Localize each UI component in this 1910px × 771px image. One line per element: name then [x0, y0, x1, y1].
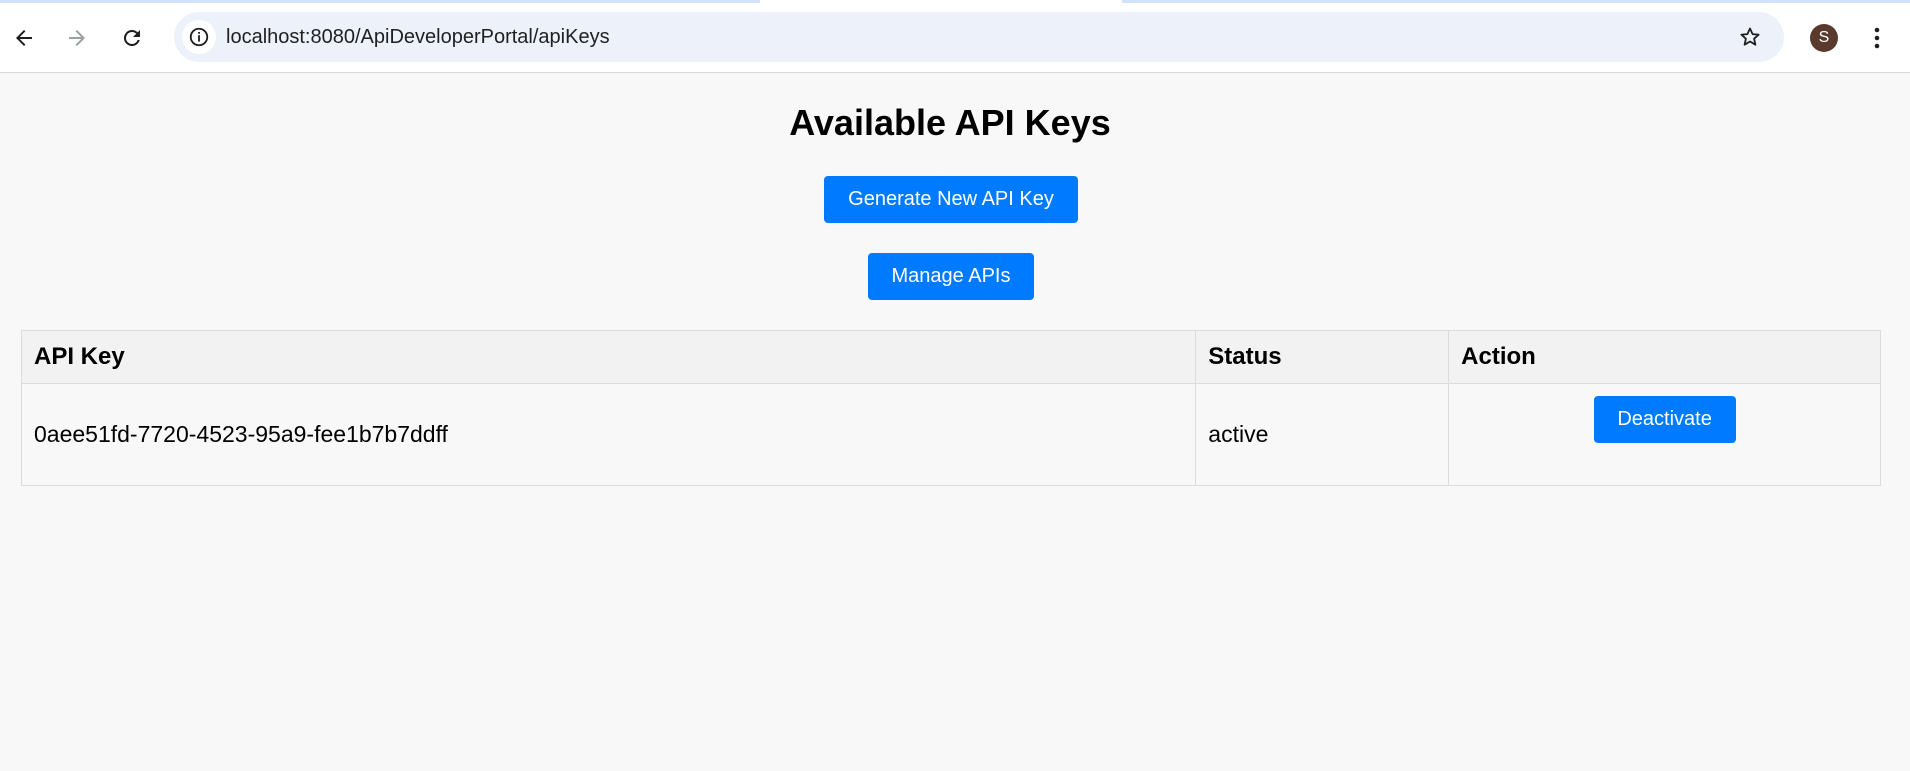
url-text[interactable]: localhost:8080/ApiDeveloperPortal/apiKey…: [226, 26, 610, 49]
manage-apis-button[interactable]: Manage APIs: [868, 253, 1034, 300]
site-info-button[interactable]: [182, 20, 216, 54]
reload-icon: [123, 29, 140, 46]
forward-button[interactable]: [57, 18, 97, 58]
arrow-right-icon: [69, 30, 85, 46]
column-header-status: Status: [1195, 330, 1450, 384]
table-row: 0aee51fd-7720-4523-95a9-fee1b7b7ddff act…: [20, 383, 1881, 486]
browser-menu-button[interactable]: [1862, 22, 1892, 54]
arrow-left-icon: [16, 30, 32, 46]
address-bar[interactable]: localhost:8080/ApiDeveloperPortal/apiKey…: [174, 12, 1784, 62]
back-button[interactable]: [4, 18, 44, 58]
reload-button[interactable]: [112, 18, 152, 58]
tab-strip: [1122, 0, 1910, 3]
deactivate-button[interactable]: Deactivate: [1593, 396, 1736, 443]
generate-api-key-button[interactable]: Generate New API Key: [824, 176, 1078, 223]
action-cell: Deactivate: [1448, 383, 1881, 486]
api-keys-table: API Key Status Action 0aee51fd-7720-4523…: [20, 330, 1881, 486]
status-cell: active: [1195, 383, 1450, 486]
profile-avatar[interactable]: S: [1810, 24, 1838, 52]
api-key-cell: 0aee51fd-7720-4523-95a9-fee1b7b7ddff: [20, 383, 1197, 486]
info-icon: [189, 27, 209, 47]
browser-toolbar: localhost:8080/ApiDeveloperPortal/apiKey…: [0, 0, 1910, 73]
more-vert-icon: [1874, 27, 1880, 49]
column-header-action: Action: [1448, 330, 1881, 384]
page-title: Available API Keys: [789, 102, 1111, 143]
tab-strip: [0, 0, 760, 3]
column-header-api-key: API Key: [20, 330, 1197, 384]
bookmark-button[interactable]: [1736, 23, 1764, 51]
star-icon: [1740, 27, 1760, 46]
table-header-row: API Key Status Action: [20, 330, 1881, 384]
